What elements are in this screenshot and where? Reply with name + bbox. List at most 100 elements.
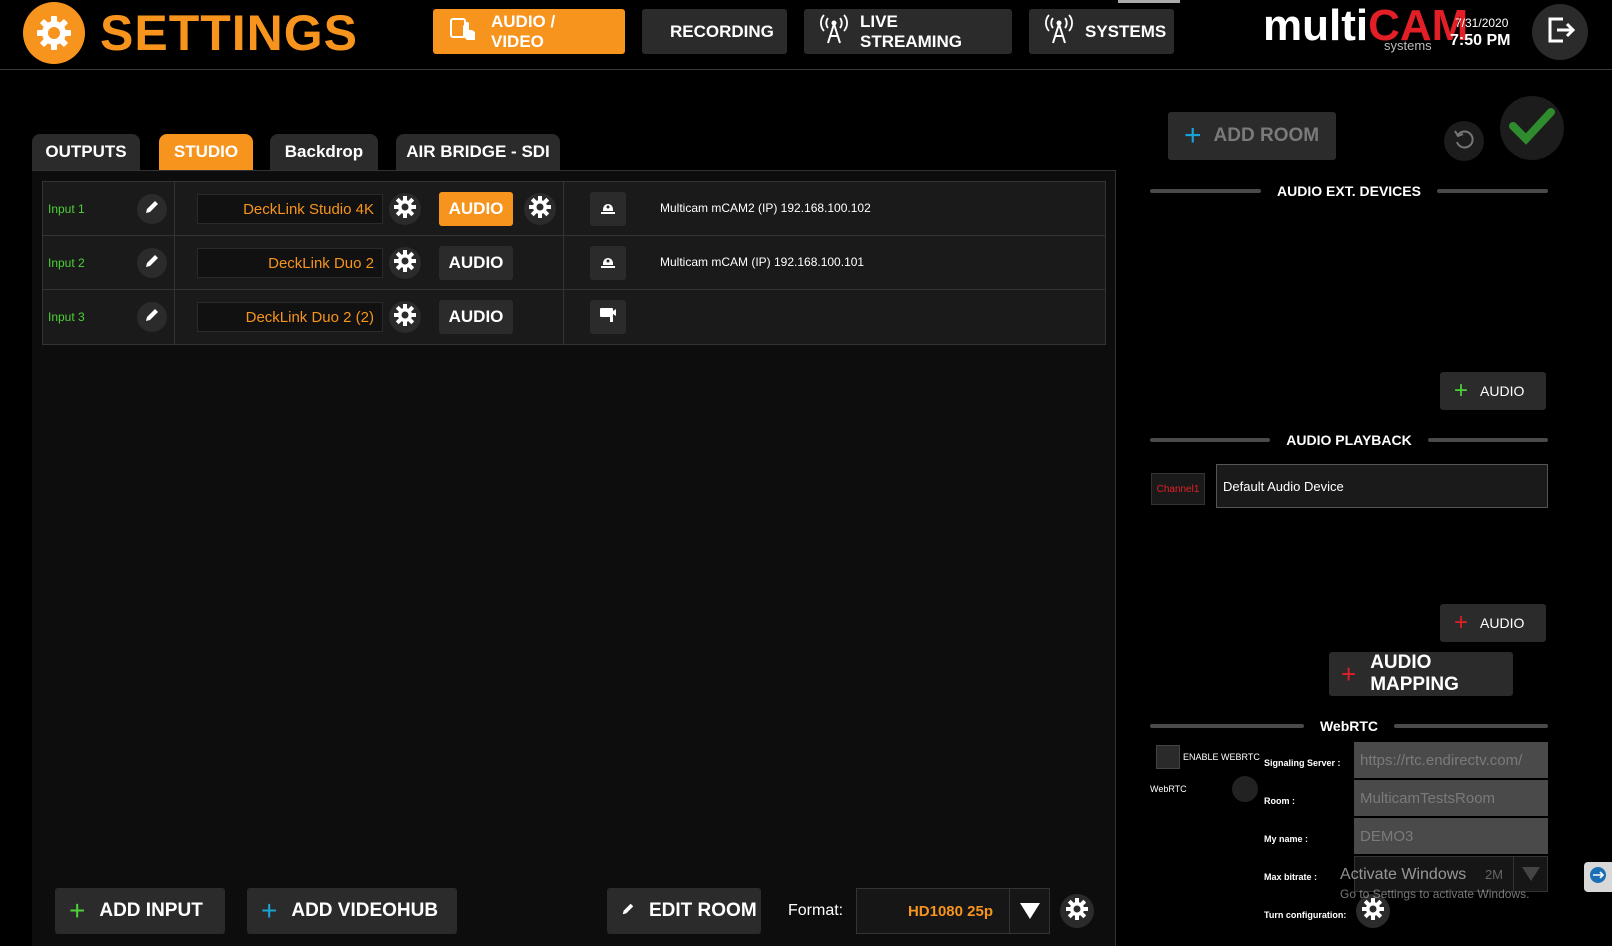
input-label: Input 2 [48, 256, 85, 270]
plus-icon: + [69, 895, 86, 926]
add-input-button[interactable]: + ADD INPUT [55, 888, 225, 934]
settings-gear-icon [23, 2, 85, 64]
audio-settings-button[interactable] [524, 193, 556, 225]
format-settings-button[interactable] [1060, 894, 1094, 928]
camera-icon [598, 305, 618, 330]
nav-recording-label: RECORDING [670, 21, 774, 41]
nav-audio-video-label: AUDIO / VIDEO [491, 11, 556, 51]
add-audio-playback-button[interactable]: + AUDIO [1440, 604, 1546, 642]
edit-input-button[interactable] [137, 302, 167, 332]
pencil-icon [144, 199, 160, 220]
top-bar: SETTINGS AUDIO / VIDEO RECORDING LIVE ST… [0, 0, 1612, 70]
gear-icon [393, 249, 417, 278]
device-name[interactable]: DeckLink Studio 4K [197, 194, 383, 224]
add-room-label: ADD ROOM [1213, 125, 1320, 146]
logout-button[interactable] [1532, 4, 1588, 60]
format-select[interactable]: HD1080 25p [856, 888, 1050, 934]
ptz-camera-icon [598, 197, 618, 222]
audio-ext-devices-header: AUDIO EXT. DEVICES [1150, 181, 1549, 201]
add-audio-label: AUDIO [1480, 615, 1525, 631]
nav-live-streaming-label: LIVE STREAMING [860, 11, 962, 51]
audio-button[interactable]: AUDIO [439, 300, 513, 334]
pencil-icon [621, 900, 635, 922]
tab-studio[interactable]: STUDIO [159, 134, 253, 170]
signaling-server-label: Signaling Server : [1264, 758, 1341, 768]
my-name-input[interactable]: DEMO3 [1354, 818, 1548, 854]
add-audio-label: AUDIO [1480, 383, 1525, 399]
format-label: Format: [788, 902, 844, 919]
device-settings-button[interactable] [389, 193, 421, 225]
device-name[interactable]: DeckLink Duo 2 [197, 248, 383, 278]
input-label: Input 1 [48, 202, 85, 216]
hand-pointer-icon [449, 16, 479, 47]
gear-icon [528, 195, 552, 224]
enable-webrtc-label: ENABLE WEBRTC [1183, 752, 1260, 762]
webrtc-status-indicator [1232, 776, 1258, 802]
edit-room-button[interactable]: EDIT ROOM [607, 888, 761, 934]
camera-control-button[interactable] [590, 192, 626, 226]
nav-audio-video[interactable]: AUDIO / VIDEO [433, 9, 625, 54]
webrtc-status-label: WebRTC [1150, 784, 1187, 794]
save-button[interactable] [1500, 96, 1564, 160]
webrtc-header: WebRTC [1150, 716, 1549, 736]
checkmark-icon [1509, 106, 1555, 151]
audio-button[interactable]: AUDIO [439, 246, 513, 280]
edit-room-label: EDIT ROOM [649, 900, 757, 921]
logout-icon [1543, 13, 1577, 52]
activate-windows-title: Activate Windows [1340, 866, 1467, 883]
enable-webrtc-checkbox[interactable] [1156, 745, 1180, 769]
nav-systems[interactable]: SYSTEMS [1029, 9, 1174, 54]
playback-device-select[interactable]: Default Audio Device [1216, 464, 1548, 508]
edit-input-button[interactable] [137, 248, 167, 278]
add-videohub-button[interactable]: + ADD VIDEOHUB [247, 888, 457, 934]
audio-mapping-button[interactable]: + AUDIO MAPPING [1329, 652, 1513, 696]
my-name-label: My name : [1264, 834, 1309, 844]
brand-subtitle: systems [1384, 38, 1432, 53]
add-room-button[interactable]: + ADD ROOM [1168, 112, 1336, 160]
signaling-server-input[interactable]: https://rtc.endirectv.com/ [1354, 742, 1548, 778]
page-title: SETTINGS [100, 5, 359, 61]
tab-outputs[interactable]: OUTPUTS [32, 134, 140, 170]
studio-panel: Input 1 DeckLink Studio 4K AUDIO Multica… [32, 170, 1116, 946]
plus-icon: + [261, 895, 278, 926]
tab-backdrop[interactable]: Backdrop [270, 134, 378, 170]
gear-icon [393, 195, 417, 224]
inputs-table: Input 1 DeckLink Studio 4K AUDIO Multica… [42, 181, 1106, 345]
tab-air-bridge-sdi[interactable]: AIR BRIDGE - SDI [396, 134, 560, 170]
add-audio-device-button[interactable]: + AUDIO [1440, 372, 1546, 410]
audio-mapping-label: AUDIO MAPPING [1370, 652, 1459, 695]
pencil-icon [144, 253, 160, 274]
camera-control-button[interactable] [590, 246, 626, 280]
gear-icon [393, 303, 417, 332]
chevron-down-icon [1009, 889, 1049, 933]
nav-live-streaming[interactable]: LIVE STREAMING [804, 9, 1012, 54]
table-row: Input 2 DeckLink Duo 2 AUDIO Multicam mC… [43, 236, 1105, 290]
device-name[interactable]: DeckLink Duo 2 (2) [197, 302, 383, 332]
current-time: 7:50 PM [1450, 32, 1511, 49]
plus-icon: + [1454, 609, 1469, 636]
audio-button[interactable]: AUDIO [439, 192, 513, 226]
edit-input-button[interactable] [137, 194, 167, 224]
format-value: HD1080 25p [907, 902, 993, 920]
table-row: Input 1 DeckLink Studio 4K AUDIO Multica… [43, 182, 1105, 236]
pencil-icon [144, 307, 160, 328]
channel-label: Channel1 [1151, 473, 1205, 505]
remote-support-tab[interactable] [1584, 862, 1612, 892]
audio-side-panel: AUDIO EXT. DEVICES + AUDIO AUDIO PLAYBAC… [1117, 170, 1581, 946]
turn-config-label: Turn configuration: [1264, 910, 1347, 920]
source-address: Multicam mCAM (IP) 192.168.100.101 [660, 255, 865, 269]
activate-windows-subtitle: Go to Settings to activate Windows. [1340, 887, 1530, 901]
brand-logo: multiCAM [1263, 1, 1469, 50]
device-settings-button[interactable] [389, 247, 421, 279]
add-input-label: ADD INPUT [99, 900, 203, 921]
antenna-icon [1045, 14, 1073, 49]
input-label: Input 3 [48, 310, 85, 324]
source-address: Multicam mCAM2 (IP) 192.168.100.102 [660, 201, 871, 215]
chevron-down-icon [1513, 857, 1547, 891]
camera-control-button[interactable] [590, 300, 626, 334]
ptz-camera-icon [598, 251, 618, 276]
nav-recording[interactable]: RECORDING [642, 9, 787, 54]
room-input[interactable]: MulticamTestsRoom [1354, 780, 1548, 816]
undo-button[interactable] [1444, 121, 1484, 161]
device-settings-button[interactable] [389, 301, 421, 333]
